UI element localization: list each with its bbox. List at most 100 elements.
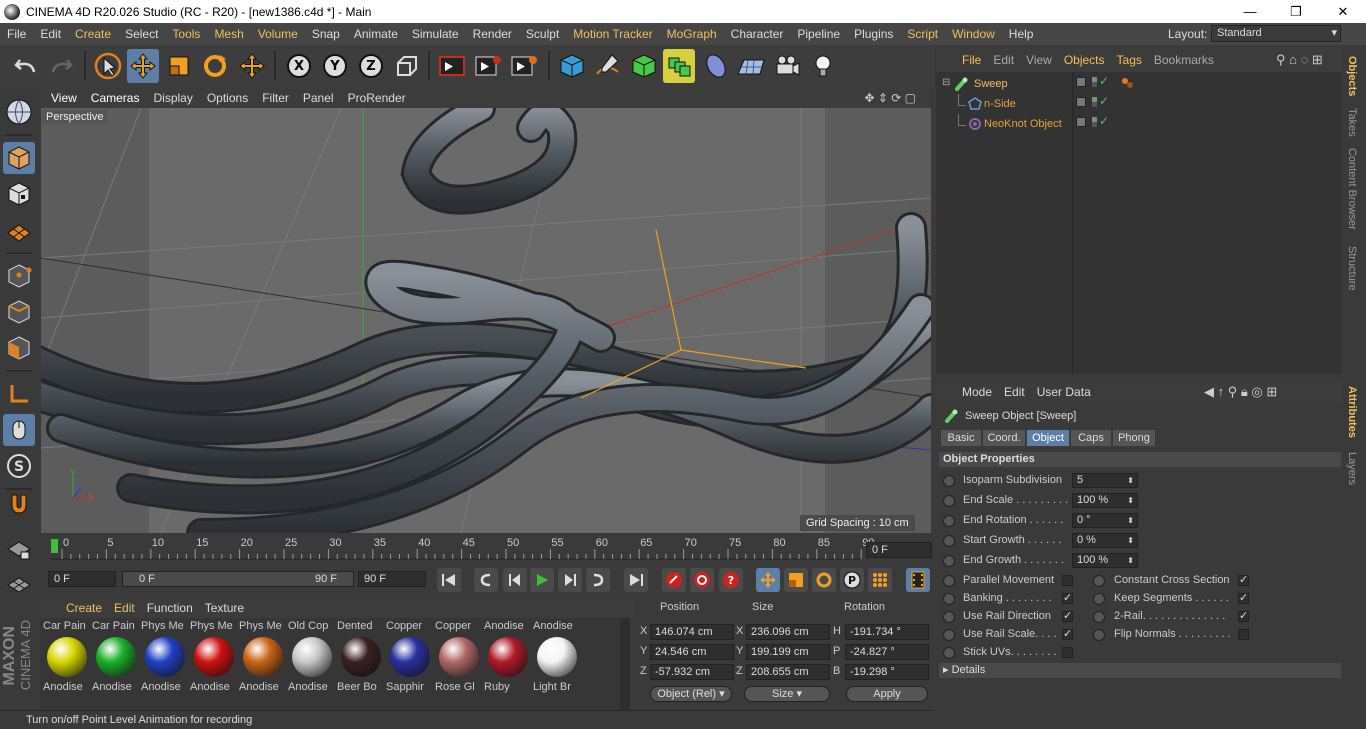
property-checkbox[interactable] xyxy=(1062,647,1073,658)
timeline-window-button[interactable] xyxy=(906,568,930,592)
next-key-button[interactable] xyxy=(586,568,610,592)
add-deformer-button[interactable] xyxy=(700,49,732,83)
autokeying-button[interactable] xyxy=(690,568,714,592)
axis-mode-button[interactable] xyxy=(3,378,35,410)
object-name[interactable]: NeoKnot Object xyxy=(984,118,1062,130)
attribute-nav-icons[interactable]: ◀ ↑ ⚲ 🔒︎ ◎ ⊞ xyxy=(1198,384,1283,400)
record-active-objects-button[interactable] xyxy=(662,568,686,592)
animate-toggle[interactable] xyxy=(1093,629,1105,641)
rotation-field[interactable]: -24.827 ° xyxy=(845,644,929,660)
material-menu-texture[interactable]: Texture xyxy=(199,601,250,615)
animate-toggle[interactable] xyxy=(943,475,955,487)
property-checkbox[interactable]: ✓ xyxy=(1062,593,1073,604)
object-menu-objects[interactable]: Objects xyxy=(1058,53,1111,67)
rotate-tool-button[interactable] xyxy=(199,49,231,83)
record-position-button[interactable] xyxy=(756,568,780,592)
attribute-menu-user-data[interactable]: User Data xyxy=(1031,385,1097,399)
record-point-level-button[interactable] xyxy=(868,568,892,592)
property-checkbox[interactable]: ✓ xyxy=(1238,611,1249,622)
tab-phong[interactable]: Phong xyxy=(1113,430,1155,446)
object-menu-edit[interactable]: Edit xyxy=(987,53,1020,67)
edges-mode-button[interactable] xyxy=(3,296,35,328)
viewport-menu-cameras[interactable]: Cameras xyxy=(84,91,147,105)
property-field[interactable]: 100 % ⬍ xyxy=(1072,493,1138,508)
position-field[interactable]: 146.074 cm xyxy=(650,624,734,640)
object-menu-bookmarks[interactable]: Bookmarks xyxy=(1148,53,1220,67)
tab-coord[interactable]: Coord. xyxy=(983,430,1025,446)
editor-visibility-toggle[interactable] xyxy=(1076,117,1086,127)
points-mode-button[interactable] xyxy=(3,260,35,292)
sweep-tag-icon[interactable] xyxy=(1120,76,1134,90)
property-field[interactable]: 100 % ⬍ xyxy=(1072,553,1138,568)
viewport-menu-filter[interactable]: Filter xyxy=(255,91,296,105)
undo-button[interactable] xyxy=(10,49,42,83)
editor-visibility-toggle[interactable] xyxy=(1076,97,1086,107)
viewport-menu-view[interactable]: View xyxy=(44,91,84,105)
rotation-field[interactable]: -191.734 ° xyxy=(845,624,929,640)
previous-key-button[interactable] xyxy=(474,568,498,592)
property-checkbox[interactable]: ✓ xyxy=(1238,575,1249,586)
material-swatch[interactable]: Anodise Ruby xyxy=(484,620,532,696)
menu-volume[interactable]: Volume xyxy=(251,27,305,41)
add-subdivision-surface-button[interactable] xyxy=(628,49,660,83)
material-swatch[interactable]: Car Pain Anodise xyxy=(92,620,140,696)
tab-basic[interactable]: Basic xyxy=(941,430,981,446)
object-name[interactable]: n-Side xyxy=(984,98,1016,110)
menu-animate[interactable]: Animate xyxy=(347,27,405,41)
animate-toggle[interactable] xyxy=(943,593,955,605)
object-menu-view[interactable]: View xyxy=(1020,53,1058,67)
enabled-check-icon[interactable]: ✓ xyxy=(1099,74,1109,88)
menu-edit[interactable]: Edit xyxy=(33,27,68,41)
transform-tool-button[interactable] xyxy=(236,49,268,83)
playhead[interactable] xyxy=(51,539,58,553)
object-name[interactable]: Sweep xyxy=(974,78,1008,90)
menu-script[interactable]: Script xyxy=(900,27,945,41)
render-picture-viewer-button[interactable] xyxy=(472,49,504,83)
move-tool-button[interactable] xyxy=(127,49,159,83)
current-frame-field[interactable]: 0 F xyxy=(866,542,932,558)
size-mode-select[interactable]: Size ▾ xyxy=(744,686,830,702)
animate-toggle[interactable] xyxy=(943,629,955,641)
menu-motion-tracker[interactable]: Motion Tracker xyxy=(566,27,659,41)
add-floor-button[interactable] xyxy=(735,49,767,83)
object-row-neoknot[interactable]: NeoKnot Object xyxy=(936,114,1342,134)
property-checkbox[interactable] xyxy=(1238,629,1249,640)
animate-toggle[interactable] xyxy=(943,611,955,623)
apply-button[interactable]: Apply xyxy=(846,686,928,702)
attribute-menu-mode[interactable]: Mode xyxy=(956,385,998,399)
record-parameter-button[interactable]: P xyxy=(840,568,864,592)
record-scale-button[interactable] xyxy=(784,568,808,592)
add-light-button[interactable] xyxy=(807,49,839,83)
timeline[interactable]: 051015202530354045505560657075808590 xyxy=(40,535,935,565)
render-settings-button[interactable] xyxy=(508,49,540,83)
add-spline-button[interactable] xyxy=(592,49,624,83)
object-row-n-side[interactable]: n-Side xyxy=(936,94,1342,114)
material-scrollbar[interactable] xyxy=(620,618,630,710)
animate-toggle[interactable] xyxy=(1093,575,1105,587)
menu-file[interactable]: File xyxy=(0,27,33,41)
details-section[interactable]: ▸ Details xyxy=(939,663,1341,678)
layout-select[interactable]: Standard ▾ xyxy=(1211,25,1341,42)
add-camera-button[interactable] xyxy=(771,49,803,83)
next-frame-button[interactable] xyxy=(558,568,582,592)
record-rotation-button[interactable] xyxy=(812,568,836,592)
object-menu-file[interactable]: File xyxy=(956,53,987,67)
property-checkbox[interactable]: ✓ xyxy=(1062,629,1073,640)
menu-snap[interactable]: Snap xyxy=(305,27,347,41)
material-swatch[interactable]: Phys Me Anodise xyxy=(190,620,238,696)
redo-button[interactable] xyxy=(45,49,77,83)
viewport-menu-prorender[interactable]: ProRender xyxy=(341,91,413,105)
maximize-button[interactable]: ❐ xyxy=(1273,0,1319,23)
menu-pipeline[interactable]: Pipeline xyxy=(790,27,847,41)
frame-range-slider[interactable]: 0 F 90 F xyxy=(122,571,354,587)
side-tab-takes[interactable]: Takes xyxy=(1346,108,1358,137)
property-checkbox[interactable]: ✓ xyxy=(1238,593,1249,604)
attribute-menu-edit[interactable]: Edit xyxy=(998,385,1031,399)
animate-toggle[interactable] xyxy=(1093,611,1105,623)
object-manager-tool-icons[interactable]: ⚲ ⌂ ◌ ⊞ xyxy=(1270,52,1329,68)
start-frame-field[interactable]: 0 F xyxy=(48,571,116,587)
property-checkbox[interactable]: ✓ xyxy=(1062,611,1073,622)
3d-viewport[interactable]: Y Z X xyxy=(41,108,931,533)
object-menu-tags[interactable]: Tags xyxy=(1111,53,1148,67)
menu-plugins[interactable]: Plugins xyxy=(847,27,900,41)
